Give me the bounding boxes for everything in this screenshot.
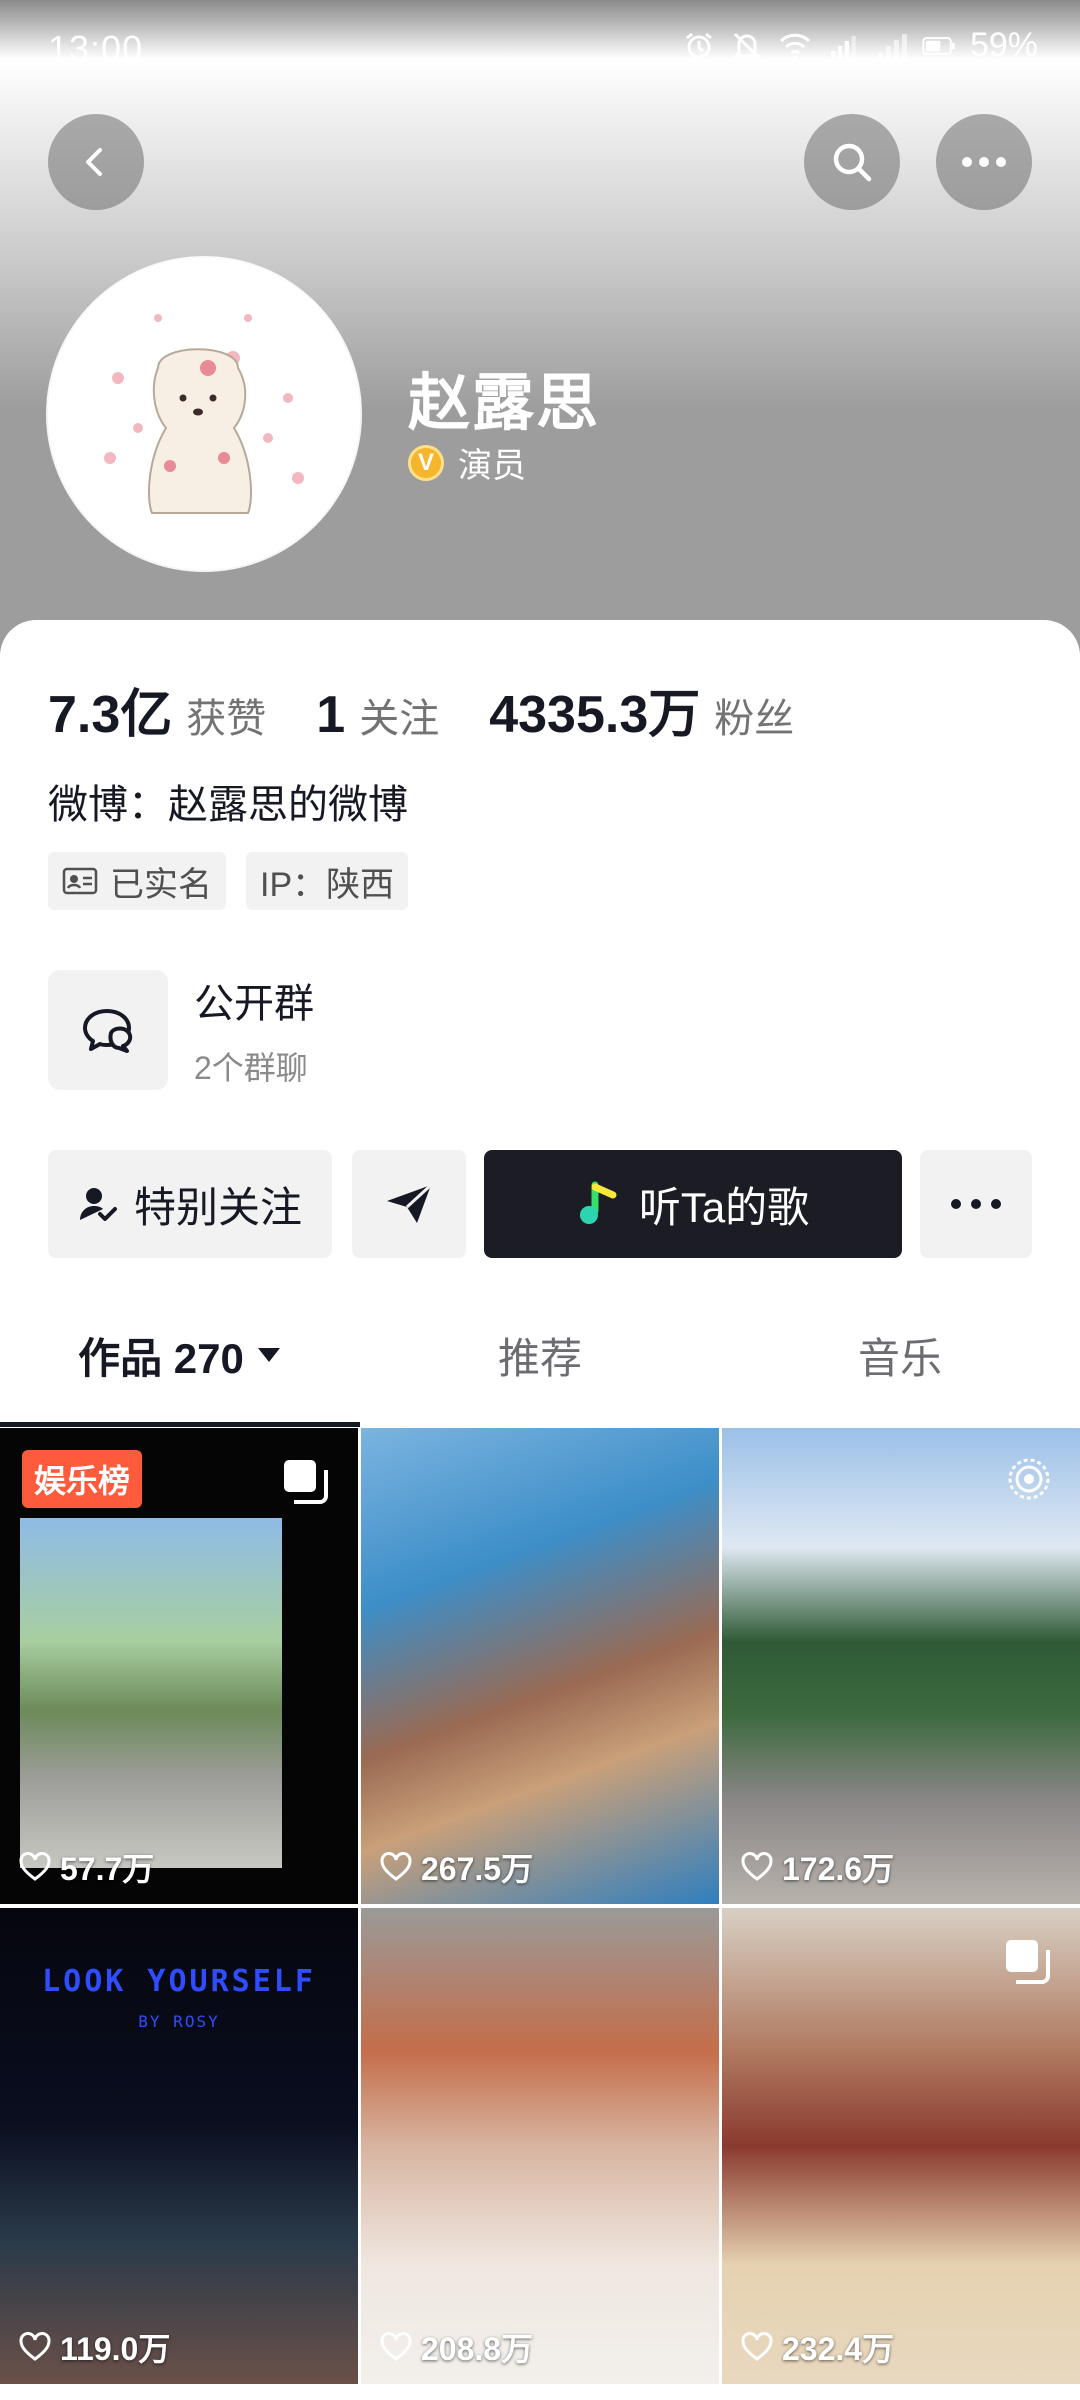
mute-bell-icon: [730, 29, 764, 63]
tab-music[interactable]: 音乐: [720, 1300, 1080, 1410]
image-set-icon: [1006, 1940, 1050, 1984]
weibo-link[interactable]: 微博：赵露思的微博: [48, 772, 408, 830]
battery-percentage: 59%: [969, 26, 1038, 64]
video-tile[interactable]: 232.4万: [722, 1908, 1080, 2384]
tab-works[interactable]: 作品 270: [0, 1300, 360, 1410]
heart-icon: [741, 2332, 773, 2361]
music-note-icon: [579, 1181, 617, 1224]
status-bar: 13:00 59%: [0, 0, 1080, 100]
content-tabs: 作品 270 推荐 音乐: [0, 1300, 1080, 1410]
followers-label[interactable]: 粉丝: [714, 686, 794, 744]
live-photo-icon: [1008, 1458, 1050, 1500]
more-options-button[interactable]: [936, 114, 1032, 210]
video-likes: 208.8万: [379, 2324, 533, 2370]
id-card-icon: [62, 867, 98, 895]
profile-stats: 7.3亿 获赞 1 关注 4335.3万 粉丝: [48, 672, 844, 747]
video-tile[interactable]: 172.6万: [722, 1428, 1080, 1904]
more-actions-button[interactable]: [920, 1150, 1032, 1258]
video-likes-count: 172.6万: [782, 1851, 895, 1887]
following-label[interactable]: 关注: [359, 686, 439, 744]
search-button[interactable]: [804, 114, 900, 210]
ip-location-tag: IP：陕西: [246, 852, 409, 910]
listen-songs-label: 听Ta的歌: [638, 1183, 810, 1231]
chevron-left-icon: [86, 148, 102, 176]
heart-icon: [19, 2332, 51, 2361]
listen-songs-button[interactable]: 听Ta的歌: [484, 1150, 902, 1258]
group-subtitle: 2个群聊: [194, 1050, 308, 1086]
followers-count[interactable]: 4335.3万: [489, 672, 700, 747]
ip-location-label: IP：陕西: [260, 865, 395, 904]
likes-count[interactable]: 7.3亿: [48, 672, 172, 747]
search-icon: [833, 143, 872, 182]
following-count[interactable]: 1: [316, 685, 345, 745]
signal-4g-icon: [826, 29, 860, 63]
more-dots-icon: [951, 1199, 1001, 1209]
avatar-dog-illustration: [48, 258, 360, 570]
heart-icon: [19, 1852, 51, 1881]
video-likes-count: 119.0万: [60, 2331, 171, 2367]
real-name-tag: 已实名: [48, 852, 226, 910]
entertainment-rank-badge: 娱乐榜: [22, 1450, 143, 1508]
video-likes: 267.5万: [379, 1844, 533, 1890]
alarm-icon: [682, 29, 716, 63]
group-title: 公开群: [194, 982, 314, 1026]
verified-badge: V 演员: [408, 438, 526, 487]
group-chat-icon: [48, 970, 168, 1090]
video-tile[interactable]: LOOK YOURSELF BY ROSY 119.0万: [0, 1908, 358, 2384]
profile-name: 赵露思: [408, 369, 601, 438]
battery-icon: [922, 29, 956, 63]
status-icons: 59%: [682, 26, 1038, 65]
video-tile[interactable]: 娱乐榜 57.7万: [0, 1428, 358, 1904]
heart-icon: [380, 1852, 412, 1881]
send-message-button[interactable]: [352, 1150, 466, 1258]
likes-label[interactable]: 获赞: [186, 686, 266, 744]
video-likes: 232.4万: [740, 2324, 894, 2370]
active-tab-indicator: [0, 1422, 360, 1427]
profile-tags: 已实名 IP：陕西: [48, 852, 409, 910]
profile-content-sheet: 7.3亿 获赞 1 关注 4335.3万 粉丝 微博：赵露思的微博 已实名 IP…: [0, 620, 1080, 2400]
video-thumbnail: [20, 1518, 282, 1868]
verified-v-icon: V: [408, 444, 444, 481]
heart-icon: [380, 2332, 412, 2361]
verified-label: 演员: [458, 447, 526, 485]
video-tile[interactable]: 267.5万: [361, 1428, 719, 1904]
video-likes-count: 208.8万: [421, 2331, 534, 2367]
paper-plane-icon: [387, 1183, 433, 1223]
video-tile[interactable]: 208.8万: [361, 1908, 719, 2384]
public-group-entry[interactable]: 公开群 2个群聊: [48, 970, 314, 1090]
video-byline-text: BY ROSY: [138, 2012, 220, 2031]
user-check-icon: [79, 1188, 117, 1221]
video-likes-count: 232.4万: [782, 2331, 895, 2367]
tab-works-label: 作品 270: [78, 1334, 244, 1382]
special-follow-label: 特别关注: [133, 1183, 302, 1231]
avatar[interactable]: [48, 258, 360, 570]
real-name-label: 已实名: [110, 865, 212, 904]
wifi-icon: [778, 29, 812, 63]
video-likes: 119.0万: [18, 2324, 170, 2370]
back-button[interactable]: [48, 114, 144, 210]
video-likes: 172.6万: [740, 1844, 894, 1890]
video-grid: 娱乐榜 57.7万 267.5万 172.6万 LOOK YOURSELF BY…: [0, 1428, 1080, 2384]
heart-icon: [741, 1852, 773, 1881]
video-likes-count: 267.5万: [421, 1851, 534, 1887]
signal-no-sim-icon: [874, 29, 908, 63]
video-likes-count: 57.7万: [60, 1851, 155, 1887]
video-likes: 57.7万: [18, 1844, 154, 1890]
status-time: 13:00: [48, 28, 144, 69]
caret-down-icon: [257, 1348, 280, 1362]
tab-recommend[interactable]: 推荐: [360, 1300, 720, 1410]
video-title-text: LOOK YOURSELF: [42, 1964, 316, 1999]
more-dots-icon: [962, 157, 1006, 167]
image-set-icon: [284, 1460, 328, 1504]
special-follow-button[interactable]: 特别关注: [48, 1150, 332, 1258]
